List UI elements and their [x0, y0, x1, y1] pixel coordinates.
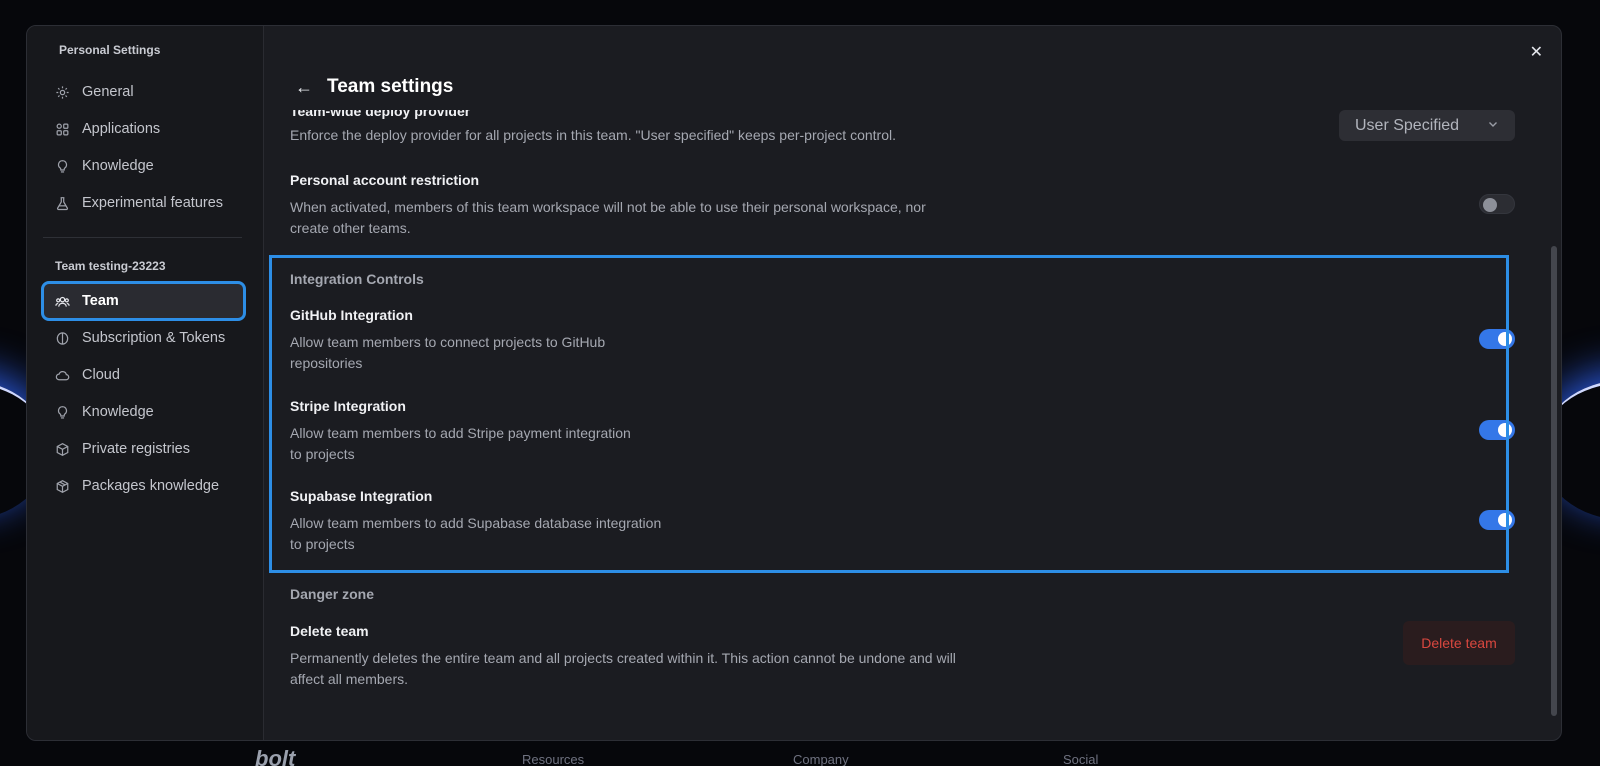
- sidebar-item-private-registries[interactable]: Private registries: [44, 432, 243, 466]
- sidebar-item-cloud[interactable]: Cloud: [44, 358, 243, 392]
- deploy-provider-title: Team-wide deploy provider: [290, 110, 471, 119]
- box-icon: [54, 441, 70, 457]
- sidebar-item-label: Applications: [82, 121, 161, 137]
- sidebar-item-team[interactable]: Team: [41, 281, 246, 321]
- sidebar-item-team-knowledge[interactable]: Knowledge: [44, 395, 243, 429]
- delete-team-button[interactable]: Delete team: [1403, 621, 1515, 665]
- close-button[interactable]: ✕: [1530, 42, 1543, 62]
- chevron-down-icon: [1487, 117, 1499, 135]
- lightbulb-icon: [54, 158, 70, 174]
- sidebar-item-packages-knowledge[interactable]: Packages knowledge: [44, 469, 243, 503]
- sidebar-item-label: Cloud: [82, 367, 120, 383]
- coin-icon: [54, 330, 70, 346]
- personal-restriction-toggle[interactable]: [1479, 194, 1515, 214]
- toggle-knob: [1483, 198, 1497, 212]
- sidebar-item-subscription-tokens[interactable]: Subscription & Tokens: [44, 321, 243, 355]
- sidebar-heading-personal: Personal Settings: [59, 43, 161, 57]
- sidebar-item-knowledge[interactable]: Knowledge: [44, 149, 243, 183]
- flask-icon: [54, 195, 70, 211]
- personal-restriction-title: Personal account restriction: [290, 172, 480, 188]
- deploy-provider-value: User Specified: [1355, 116, 1460, 134]
- footer-column-resources[interactable]: Resources: [522, 752, 584, 766]
- delete-team-title: Delete team: [290, 623, 369, 639]
- danger-zone-label: Danger zone: [290, 586, 375, 602]
- personal-restriction-description-line1: When activated, members of this team wor…: [290, 199, 926, 215]
- deploy-provider-description: Enforce the deploy provider for all proj…: [290, 127, 896, 143]
- package-icon: [54, 478, 70, 494]
- sidebar-item-label: General: [82, 84, 134, 100]
- sidebar-item-label: Subscription & Tokens: [82, 330, 226, 346]
- page-title: Team settings: [327, 76, 454, 97]
- sidebar-item-label: Packages knowledge: [82, 478, 220, 494]
- content-scrollbar[interactable]: [1551, 246, 1557, 716]
- footer-column-company[interactable]: Company: [793, 752, 849, 766]
- footer-column-social[interactable]: Social: [1063, 752, 1098, 766]
- delete-team-description-line2: affect all members.: [290, 671, 409, 687]
- sidebar-divider: [43, 237, 242, 238]
- settings-sidebar: Personal Settings General Applications K…: [27, 26, 264, 740]
- personal-restriction-description-line2: create other teams.: [290, 220, 411, 236]
- apps-grid-icon: [54, 121, 70, 137]
- sidebar-item-label: Experimental features: [82, 195, 224, 211]
- sidebar-item-label: Knowledge: [82, 158, 154, 174]
- close-icon: ✕: [1529, 44, 1543, 61]
- team-icon: [54, 293, 70, 309]
- lightbulb-icon: [54, 404, 70, 420]
- footer-peek: bolt Resources Company Social: [0, 746, 1600, 766]
- sidebar-item-experimental-features[interactable]: Experimental features: [44, 186, 243, 220]
- integration-controls-highlight: [269, 255, 1509, 573]
- cloud-icon: [54, 367, 70, 383]
- delete-team-description-line1: Permanently deletes the entire team and …: [290, 650, 956, 666]
- page-header: ← Team settings: [295, 76, 453, 98]
- footer-logo: bolt: [255, 746, 296, 766]
- sidebar-item-label: Knowledge: [82, 404, 154, 420]
- deploy-provider-select[interactable]: User Specified: [1339, 110, 1515, 141]
- gear-icon: [54, 84, 70, 100]
- sidebar-heading-team: Team testing-23223: [55, 259, 166, 273]
- sidebar-item-label: Private registries: [82, 441, 190, 457]
- back-arrow-icon[interactable]: ←: [295, 77, 313, 98]
- sidebar-item-label: Team: [82, 293, 119, 309]
- sidebar-item-applications[interactable]: Applications: [44, 112, 243, 146]
- sidebar-item-general[interactable]: General: [44, 75, 243, 109]
